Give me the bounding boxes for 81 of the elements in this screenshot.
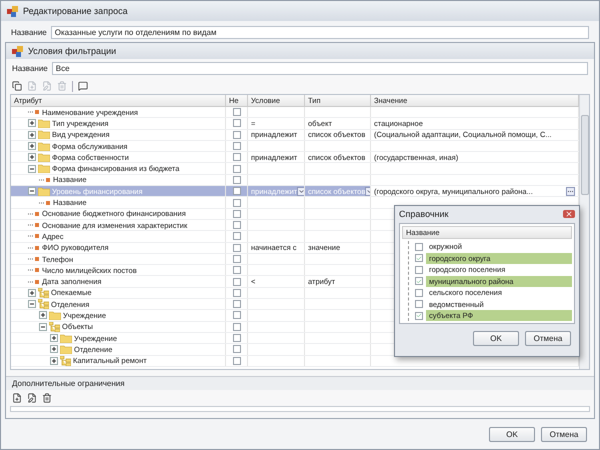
cancel-button[interactable]: Отмена — [541, 426, 587, 442]
app-icon — [7, 6, 18, 16]
checkbox[interactable] — [232, 198, 240, 207]
checkbox[interactable] — [232, 164, 240, 173]
ellipsis-button[interactable] — [566, 186, 575, 196]
delete-icon[interactable] — [42, 393, 52, 403]
comment-icon[interactable] — [78, 81, 88, 91]
ok-button[interactable]: OK — [489, 426, 535, 442]
checkbox[interactable] — [232, 232, 240, 240]
expand-icon[interactable] — [28, 142, 36, 150]
expand-icon[interactable] — [28, 288, 36, 297]
checkbox[interactable] — [232, 300, 240, 308]
name-field[interactable]: Оказанные услуги по отделениям по видам — [50, 26, 589, 39]
checkbox[interactable] — [415, 254, 423, 262]
checkbox[interactable] — [232, 334, 240, 342]
copy-icon[interactable] — [12, 81, 22, 91]
scroll-thumb[interactable] — [580, 115, 588, 195]
checkbox[interactable] — [232, 153, 240, 162]
name-label: Название — [12, 64, 48, 73]
expand-icon[interactable] — [28, 130, 36, 139]
bullet-icon — [28, 109, 40, 116]
expand-icon[interactable] — [50, 356, 58, 365]
checkbox[interactable] — [232, 356, 240, 365]
folder-tree-icon — [60, 356, 71, 366]
checkbox[interactable] — [232, 244, 240, 252]
checkbox[interactable] — [232, 130, 240, 139]
panel-title: Условия фильтрации — [28, 46, 116, 56]
dropdown-icon — [297, 186, 304, 196]
cancel-button[interactable]: Отмена — [525, 330, 571, 346]
expand-icon[interactable] — [39, 311, 47, 320]
checkbox[interactable] — [232, 266, 240, 274]
expand-icon[interactable] — [50, 334, 58, 342]
name-label: Название — [11, 28, 47, 37]
checkbox[interactable] — [232, 345, 240, 354]
add-icon[interactable] — [12, 393, 22, 403]
checkbox[interactable] — [232, 288, 240, 297]
checkbox[interactable] — [232, 142, 240, 150]
collapse-icon[interactable] — [28, 300, 36, 308]
checkbox[interactable] — [232, 119, 240, 128]
dialog-title: Справочник — [399, 209, 448, 220]
folder-tree-icon — [49, 322, 60, 332]
edit-icon[interactable] — [27, 393, 37, 403]
scrollbar[interactable] — [579, 95, 589, 369]
window-title: Редактирование запроса — [23, 6, 128, 16]
app-icon — [12, 46, 23, 56]
folder-tree-icon — [38, 299, 49, 310]
checkbox[interactable] — [415, 242, 423, 251]
checkbox[interactable] — [415, 300, 423, 308]
ok-button[interactable]: OK — [473, 330, 519, 346]
bullet-icon — [28, 244, 40, 251]
checkbox[interactable] — [232, 187, 240, 196]
bullet-icon — [28, 267, 40, 274]
checkbox[interactable] — [232, 108, 240, 116]
expand-icon[interactable] — [28, 119, 36, 128]
checkbox[interactable] — [232, 311, 240, 320]
checkbox[interactable] — [232, 322, 240, 331]
folder-tree-icon — [38, 288, 49, 298]
close-button[interactable] — [563, 210, 575, 218]
bullet-icon — [28, 278, 40, 285]
collapse-icon[interactable] — [28, 164, 36, 173]
bullet-icon — [28, 233, 40, 240]
checkbox[interactable] — [232, 278, 240, 286]
checkbox[interactable] — [232, 176, 240, 184]
section-title: Дополнительные ограничения — [12, 379, 125, 388]
checkbox[interactable] — [232, 255, 240, 263]
bullet-icon — [28, 210, 40, 217]
bullet-icon — [39, 200, 51, 206]
checkbox[interactable] — [415, 288, 423, 297]
checkbox[interactable] — [415, 277, 423, 286]
collapse-icon[interactable] — [39, 322, 47, 331]
bullet-icon — [39, 176, 51, 183]
checkbox[interactable] — [415, 312, 423, 320]
collapse-icon[interactable] — [28, 187, 36, 196]
name-field[interactable]: Все — [52, 62, 588, 75]
expand-icon[interactable] — [28, 153, 36, 162]
expand-icon[interactable] — [50, 345, 58, 354]
bullet-icon — [28, 222, 40, 228]
bullet-icon — [28, 256, 40, 262]
checkbox[interactable] — [232, 210, 240, 218]
checkbox[interactable] — [232, 221, 240, 230]
checkbox[interactable] — [415, 266, 423, 274]
